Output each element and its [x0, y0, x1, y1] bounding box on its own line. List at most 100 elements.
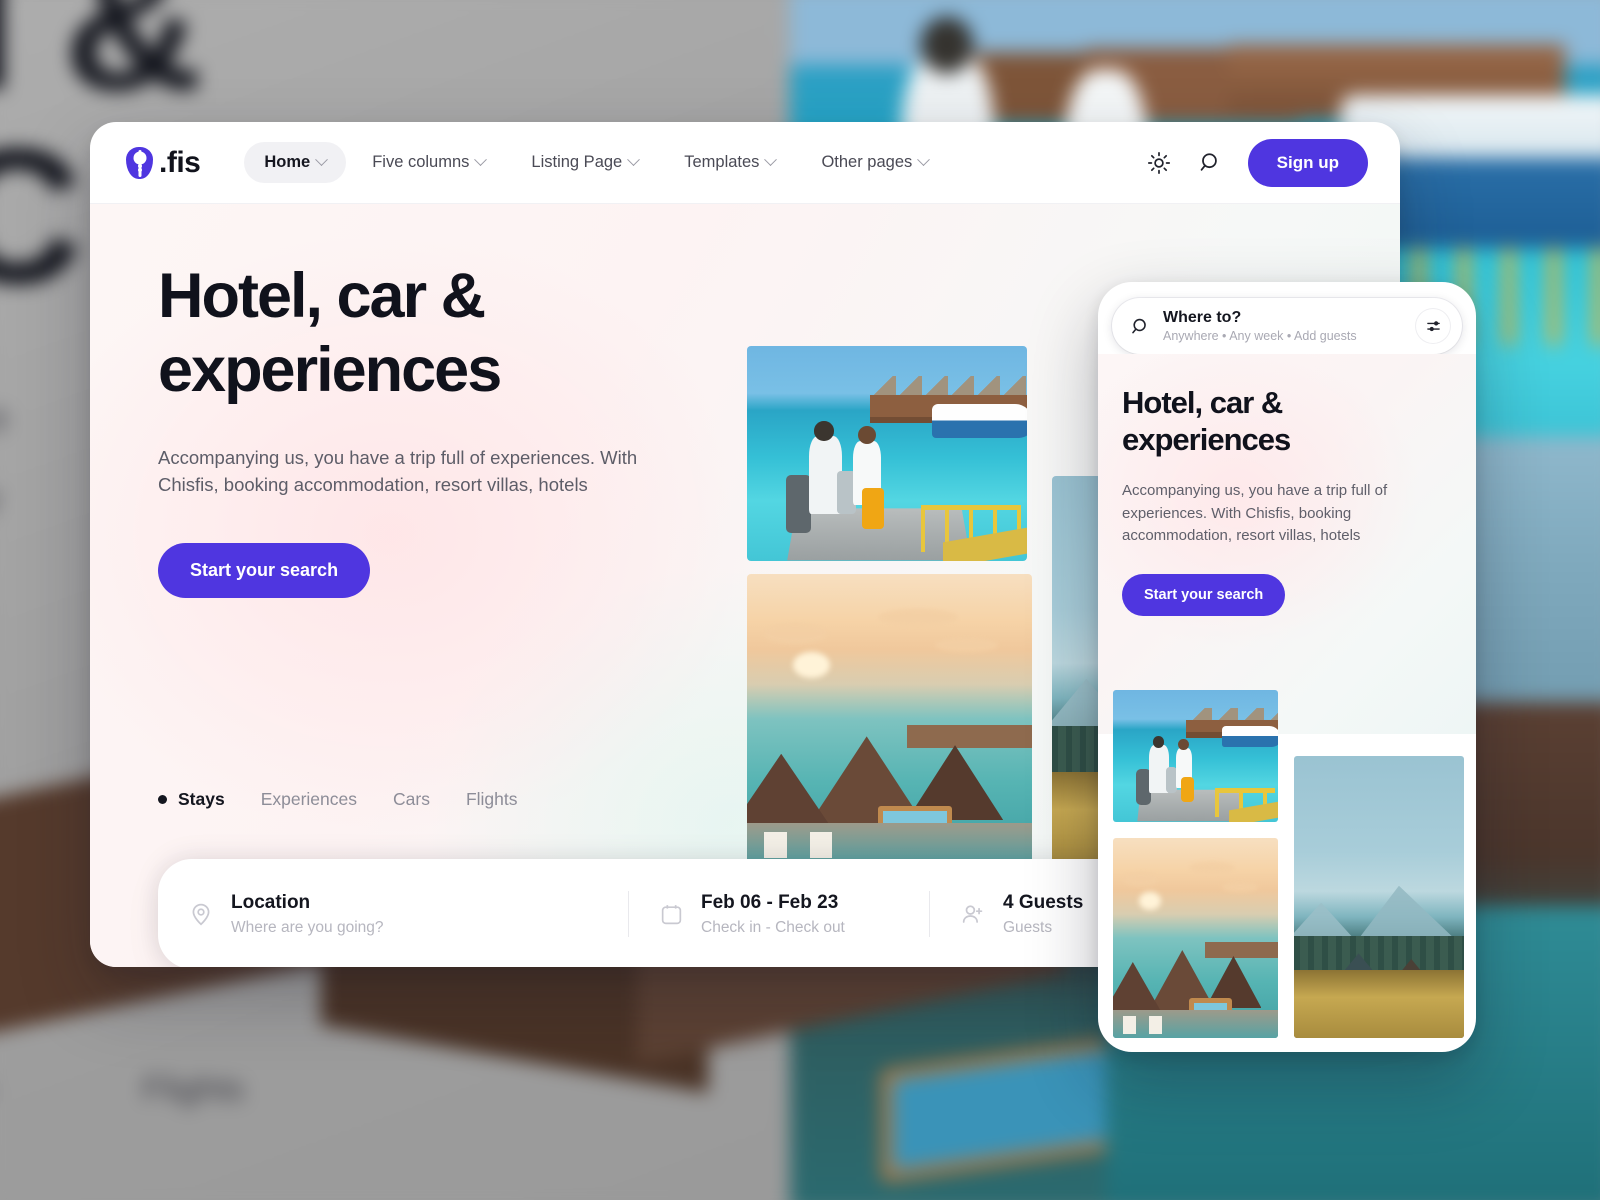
pier-person-woman-head [857, 425, 876, 444]
start-your-search-button[interactable]: Start your search [158, 543, 371, 599]
background-figure-man-head [920, 16, 974, 74]
chevron-down-icon [474, 153, 488, 167]
photo-lake-art [1294, 756, 1464, 1038]
search-location-title: Location [231, 891, 311, 913]
nav-item-templates[interactable]: Templates [664, 142, 795, 183]
sunset-cloud-1 [764, 623, 827, 644]
search-icon[interactable] [1196, 148, 1226, 178]
mobile-search-subtitle: Anywhere • Any week • Add guests [1163, 329, 1357, 343]
hero-photo-pier [747, 346, 1027, 561]
nav-item-home-label: Home [264, 153, 311, 171]
chevron-down-icon [315, 153, 329, 167]
pier-boat [1221, 725, 1278, 747]
sun-icon[interactable] [1144, 148, 1174, 178]
mobile-hero-title-line2: experiences [1122, 422, 1291, 458]
sunset-window-1 [1122, 1016, 1137, 1034]
mobile-start-your-search-button[interactable]: Start your search [1122, 573, 1286, 616]
hero-photo-sunset-resort [747, 574, 1032, 864]
photo-pier-art [1113, 690, 1278, 822]
mobile-photo-pier [1113, 690, 1278, 822]
tab-flights[interactable]: Flights [466, 789, 518, 810]
add-guest-icon [962, 905, 983, 923]
search-dates-placeholder: Check in - Check out [701, 918, 845, 936]
chevron-down-icon [764, 153, 778, 167]
navbar-actions: Sign up [1144, 138, 1368, 187]
hero-copy: Hotel, car & experiences Accompanying us… [158, 259, 718, 599]
sunset-sun [792, 652, 830, 679]
nav-item-five-columns[interactable]: Five columns [352, 142, 505, 183]
pier-suitcase-yellow [861, 487, 885, 529]
sunset-window-2 [809, 832, 833, 859]
mobile-photo-grid [1098, 690, 1476, 1052]
map-pin-icon [192, 903, 210, 926]
category-tabs: Stays Experiences Cars Flights [158, 789, 518, 810]
nav-item-templates-label: Templates [684, 153, 760, 171]
mobile-hero-title-line1: Hotel, car & [1122, 385, 1283, 420]
hero-title: Hotel, car & experiences [158, 259, 718, 408]
search-dates-field[interactable]: Feb 06 - Feb 23 Check in - Check out [629, 886, 929, 942]
sunset-villa-row [1205, 942, 1278, 958]
sunset-cloud-2 [878, 608, 958, 627]
search-guests-title: 4 Guests [1003, 891, 1084, 913]
tab-stays[interactable]: Stays [158, 789, 225, 810]
background-sub-line2: esor [0, 478, 2, 524]
calendar-icon [661, 904, 682, 924]
pier-person-man-head [814, 421, 834, 441]
logo[interactable]: .fis [126, 146, 201, 180]
pier-boat [931, 404, 1027, 439]
sunset-cloud-2 [1188, 862, 1236, 874]
tab-experiences[interactable]: Experiences [261, 789, 357, 810]
sunset-cloud-1 [1122, 872, 1160, 886]
hero-title-line2: experiences [158, 335, 502, 406]
tab-stays-label: Stays [178, 789, 225, 809]
photo-pier-art [747, 346, 1027, 561]
nav-item-listing-page[interactable]: Listing Page [511, 142, 658, 183]
sunset-lower-villas [747, 823, 1032, 864]
pier-person-woman-head [1178, 738, 1189, 751]
mobile-hero-title: Hotel, car & experiences [1122, 384, 1452, 458]
nav-item-other-pages-label: Other pages [821, 153, 913, 171]
nav-item-home[interactable]: Home [244, 142, 347, 183]
search-location-field[interactable]: Location Where are you going? [158, 886, 628, 942]
sunset-window-2 [1149, 1016, 1163, 1034]
search-location-placeholder: Where are you going? [231, 918, 384, 936]
sunset-sun [1139, 892, 1161, 910]
pier-person-man-head [1152, 736, 1165, 749]
nav-item-other-pages[interactable]: Other pages [801, 142, 948, 183]
chevron-down-icon [627, 153, 641, 167]
tab-cars[interactable]: Cars [393, 789, 430, 810]
mobile-hero-subtitle: Accompanying us, you have a trip full of… [1122, 482, 1388, 545]
nav-item-five-columns-label: Five columns [372, 153, 470, 171]
location-pin-logo-icon [126, 146, 153, 179]
mobile-search-title: Where to? [1163, 309, 1242, 326]
mobile-search-bar[interactable]: Where to? Anywhere • Any week • Add gues… [1112, 298, 1462, 354]
nav-item-listing-page-label: Listing Page [531, 153, 623, 171]
mobile-search-text: Where to? Anywhere • Any week • Add gues… [1163, 309, 1416, 343]
search-icon [1132, 318, 1146, 333]
sunset-villa-row [906, 724, 1032, 748]
search-guests-placeholder: Guests [1003, 918, 1053, 936]
active-dot-icon [158, 795, 167, 804]
mobile-preview-card: Where to? Anywhere • Any week • Add gues… [1098, 282, 1476, 1052]
sunset-roof-1 [1113, 962, 1163, 1014]
pier-suitcase-yellow [1180, 777, 1194, 803]
screenshot-stage: l & C full e esor ars Flights .fis Home … [0, 0, 1600, 1200]
lake-golden-grass [1294, 970, 1464, 1038]
photo-sunset-art [747, 574, 1032, 864]
sunset-cloud-3 [1221, 882, 1259, 892]
sunset-cloud-3 [935, 637, 998, 653]
hero-title-line1: Hotel, car & [158, 261, 486, 331]
sunset-window-1 [764, 832, 787, 859]
mobile-photo-lake-volcano [1294, 756, 1464, 1038]
logo-slit [138, 149, 141, 177]
sign-up-button[interactable]: Sign up [1247, 138, 1368, 187]
background-tab-flights: Flights [142, 1069, 245, 1108]
mobile-hero: Hotel, car & experiences Accompanying us… [1098, 354, 1476, 734]
lake-treeline [1294, 936, 1464, 971]
background-title-line2: C [0, 105, 83, 327]
pier-suitcase-grey [786, 475, 812, 534]
filter-sliders-icon[interactable] [1416, 309, 1450, 343]
sunset-roof-1 [747, 753, 833, 830]
hero-subtitle: Accompanying us, you have a trip full of… [158, 446, 638, 496]
photo-sunset-art [1113, 838, 1278, 1038]
